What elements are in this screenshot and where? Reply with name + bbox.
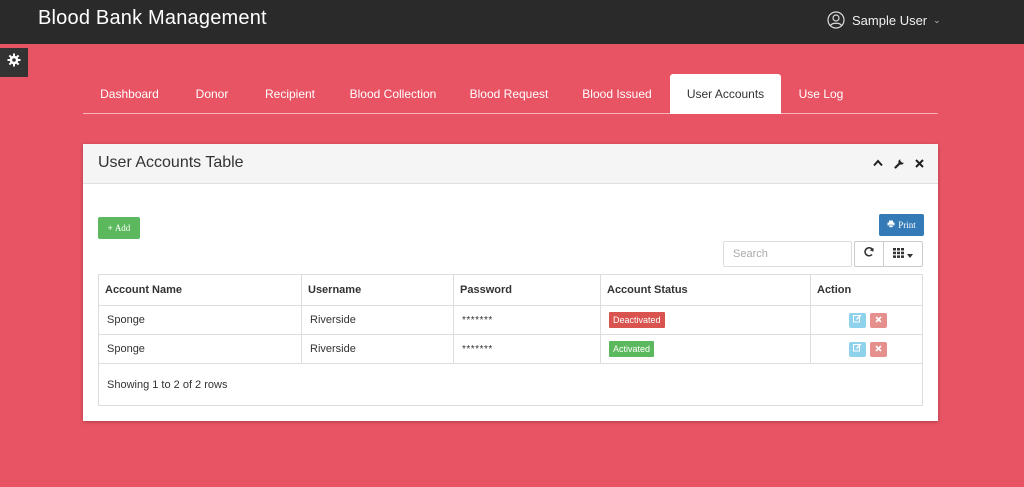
delete-button[interactable] [870, 341, 887, 357]
print-button-label: Print [898, 220, 916, 230]
status-badge: Activated [609, 341, 655, 357]
user-name: Sample User [852, 12, 928, 28]
tab-blood-issued[interactable]: Blood Issued [573, 74, 661, 114]
edit-button[interactable] [849, 312, 866, 328]
app-title[interactable]: Blood Bank Management [38, 7, 267, 30]
user-accounts-panel: User Accounts Table + Add Print Search A… [83, 144, 938, 421]
search-input[interactable] [723, 241, 852, 267]
edit-icon [853, 314, 862, 326]
refresh-icon [863, 245, 875, 263]
refresh-button[interactable] [854, 241, 884, 267]
status-cell: Activated [600, 334, 811, 364]
column-header[interactable]: Action [810, 274, 923, 306]
gear-icon [7, 53, 21, 72]
main-tabs: Dashboard Donor Recipient Blood Collecti… [83, 74, 938, 114]
tab-user-accounts[interactable]: User Accounts [670, 74, 781, 114]
print-button[interactable]: Print [879, 214, 924, 236]
column-header[interactable]: Account Status [600, 274, 811, 306]
add-button[interactable]: + Add [98, 217, 140, 239]
user-accounts-table: Account Name Username Password Account S… [98, 274, 923, 406]
tab-donor[interactable]: Donor [183, 74, 241, 114]
caret-down-icon [907, 245, 913, 263]
status-cell: Deactivated [600, 305, 811, 335]
tab-dashboard[interactable]: Dashboard [89, 74, 170, 114]
action-cell [810, 305, 923, 335]
table-row: Sponge Riverside ******* Deactivated [98, 305, 923, 335]
edit-button[interactable] [849, 341, 866, 357]
panel-title: User Accounts Table [98, 154, 244, 171]
panel-header: User Accounts Table [83, 144, 938, 184]
tab-blood-request[interactable]: Blood Request [461, 74, 557, 114]
close-icon[interactable] [912, 156, 926, 170]
pagination-row: Showing 1 to 2 of 2 rows [98, 363, 923, 406]
column-header[interactable]: Password [453, 274, 601, 306]
account-name-cell: Sponge [98, 305, 302, 335]
tab-recipient[interactable]: Recipient [255, 74, 325, 114]
collapse-chevron-up-icon[interactable] [871, 156, 885, 170]
user-circle-icon [827, 11, 845, 29]
plus-icon: + [107, 223, 113, 233]
table-row: Sponge Riverside ******* Activated [98, 334, 923, 364]
column-header[interactable]: Account Name [98, 274, 302, 306]
close-icon [875, 314, 882, 326]
account-name-cell: Sponge [98, 334, 302, 364]
settings-gear-button[interactable] [0, 48, 28, 77]
chevron-down-icon: ⌄ [933, 14, 941, 25]
wrench-icon[interactable] [892, 156, 906, 170]
column-header[interactable]: Username [301, 274, 454, 306]
tab-use-log[interactable]: Use Log [791, 74, 851, 114]
top-navbar: Blood Bank Management Sample User ⌄ [0, 0, 1024, 44]
delete-button[interactable] [870, 312, 887, 328]
add-button-label: Add [114, 223, 131, 233]
print-icon [887, 220, 895, 230]
password-cell: ******* [453, 334, 601, 364]
action-cell [810, 334, 923, 364]
pagination-info: Showing 1 to 2 of 2 rows [98, 363, 923, 406]
tab-blood-collection[interactable]: Blood Collection [341, 74, 445, 114]
columns-toggle-button[interactable] [883, 241, 923, 267]
status-badge: Deactivated [609, 312, 665, 328]
grid-icon [893, 245, 904, 263]
edit-icon [853, 343, 862, 355]
password-cell: ******* [453, 305, 601, 335]
close-icon [875, 343, 882, 355]
table-header-row: Account Name Username Password Account S… [98, 274, 923, 306]
username-cell: Riverside [301, 305, 454, 335]
username-cell: Riverside [301, 334, 454, 364]
user-menu[interactable]: Sample User ⌄ [827, 11, 941, 29]
